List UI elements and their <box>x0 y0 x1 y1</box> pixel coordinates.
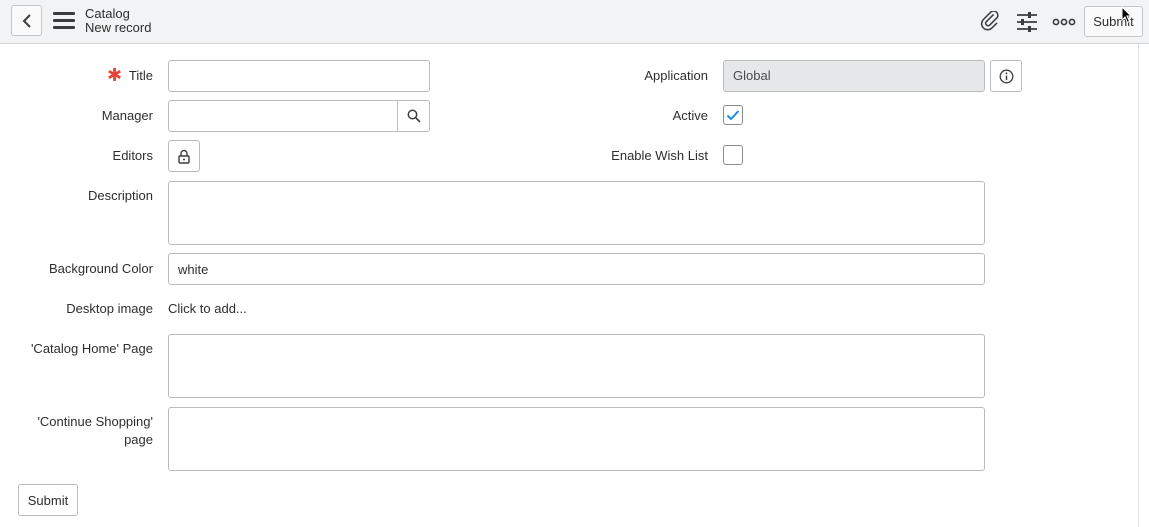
description-textarea[interactable] <box>168 181 985 245</box>
back-icon <box>22 13 31 28</box>
mouse-cursor-icon <box>1121 6 1133 24</box>
manager-lookup-button[interactable] <box>397 100 430 132</box>
lock-icon <box>178 149 190 164</box>
editors-label: Editors <box>112 148 153 163</box>
continue-shopping-label-line1: 'Continue Shopping' <box>37 414 153 429</box>
manager-input[interactable] <box>168 100 398 132</box>
search-icon <box>407 109 421 123</box>
enable-wish-list-label: Enable Wish List <box>611 148 708 163</box>
info-icon <box>999 69 1013 83</box>
header-submit-button[interactable]: Submit <box>1084 6 1143 37</box>
continue-shopping-label: 'Continue Shopping' page <box>20 413 153 449</box>
continue-shopping-textarea[interactable] <box>168 407 985 471</box>
application-label: Application <box>644 68 708 83</box>
more-options-icon[interactable] <box>1052 11 1076 33</box>
manager-label: Manager <box>101 108 153 123</box>
application-readonly-field: Global <box>723 60 985 92</box>
form-header: Catalog New record Submit <box>0 0 1149 44</box>
background-color-input[interactable] <box>168 253 985 285</box>
desktop-image-add-link[interactable]: Click to add... <box>168 300 247 318</box>
record-subtitle: New record <box>85 20 152 35</box>
bottom-submit-button[interactable]: Submit <box>18 484 78 516</box>
editors-unlock-button[interactable] <box>168 140 200 172</box>
continue-shopping-label-line2: page <box>124 432 153 447</box>
enable-wish-list-checkbox[interactable] <box>723 145 743 165</box>
active-label: Active <box>672 108 708 123</box>
hamburger-menu-icon[interactable] <box>53 12 75 32</box>
title-input[interactable] <box>168 60 430 92</box>
title-label: Title <box>128 68 153 83</box>
record-table-title: Catalog <box>85 6 130 21</box>
desktop-image-label: Desktop image <box>66 301 153 316</box>
paperclip-icon[interactable] <box>979 11 1003 33</box>
catalog-home-page-textarea[interactable] <box>168 334 985 398</box>
catalog-home-page-label: 'Catalog Home' Page <box>30 341 153 356</box>
scroll-divider <box>1138 44 1139 527</box>
description-label: Description <box>87 188 153 203</box>
checkmark-icon <box>726 110 740 121</box>
sliders-icon[interactable] <box>1015 11 1039 33</box>
back-button[interactable] <box>11 5 42 36</box>
active-checkbox[interactable] <box>723 105 743 125</box>
application-info-button[interactable] <box>990 60 1022 92</box>
background-color-label: Background Color <box>48 261 153 276</box>
